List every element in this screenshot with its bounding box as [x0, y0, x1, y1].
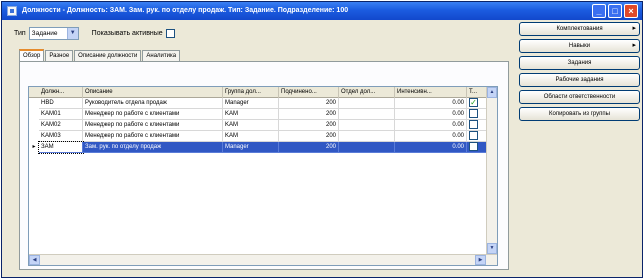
cell-subordinate[interactable]: 200: [279, 98, 339, 109]
responsibility-areas-button[interactable]: Области ответственности: [519, 90, 640, 104]
cell-code[interactable]: HBD: [39, 98, 83, 109]
cell-code[interactable]: KAM03: [39, 131, 83, 142]
minimize-button[interactable]: _: [592, 4, 606, 18]
cell-group[interactable]: KAM: [223, 109, 279, 120]
scroll-left-icon[interactable]: ◀: [29, 255, 40, 265]
show-active-label: Показывать активные: [91, 29, 163, 37]
table-row[interactable]: HBD Руководитель отдела продаж Manager 200 0…: [29, 98, 489, 109]
copy-from-group-button[interactable]: Копировать из группы: [519, 107, 640, 121]
work-tasks-button[interactable]: Рабочие задания: [519, 73, 640, 87]
table-row[interactable]: KAM02 Менеджер по работе с клиентами KAM 20…: [29, 120, 489, 131]
scroll-up-icon[interactable]: ▲: [487, 87, 497, 98]
maximize-button[interactable]: □: [608, 4, 622, 18]
cell-flag[interactable]: [467, 109, 487, 120]
horizontal-scrollbar[interactable]: ◀ ▶: [29, 254, 497, 265]
tab-job-description[interactable]: Описание должности: [74, 50, 142, 61]
cell-subordinate[interactable]: 200: [279, 142, 339, 153]
row-checkbox[interactable]: [469, 142, 478, 151]
close-button[interactable]: ×: [624, 4, 638, 18]
tab-misc[interactable]: Разное: [45, 50, 74, 61]
cell-department[interactable]: [339, 131, 395, 142]
row-checkbox[interactable]: [469, 131, 478, 140]
staffing-button[interactable]: Комплектования ▸: [519, 22, 640, 36]
tab-analytics[interactable]: Аналитика: [142, 50, 181, 61]
tasks-button[interactable]: Задания: [519, 56, 640, 70]
cell-flag[interactable]: [467, 131, 487, 142]
cell-description[interactable]: Руководитель отдела продаж: [83, 98, 223, 109]
cell-description[interactable]: Зам. рук. по отделу продаж: [83, 142, 223, 153]
skills-button[interactable]: Навыки ▸: [519, 39, 640, 53]
table-row[interactable]: KAM03 Менеджер по работе с клиентами KAM 20…: [29, 131, 489, 142]
scroll-down-icon[interactable]: ▼: [487, 243, 497, 254]
col-header-department[interactable]: Отдел дол...: [339, 87, 395, 98]
cell-code[interactable]: KAM01: [39, 109, 83, 120]
cell-group[interactable]: KAM: [223, 131, 279, 142]
cell-description[interactable]: Менеджер по работе с клиентами: [83, 120, 223, 131]
cell-group[interactable]: Manager: [223, 98, 279, 109]
cell-department[interactable]: [339, 120, 395, 131]
app-icon: [7, 6, 17, 16]
cell-department[interactable]: [339, 142, 395, 153]
cell-group[interactable]: Manager: [223, 142, 279, 153]
window-title: Должности - Должность: ЗАМ. Зам. рук. по…: [22, 7, 349, 14]
scroll-right-icon[interactable]: ▶: [475, 255, 486, 265]
col-header-group[interactable]: Группа дол...: [223, 87, 279, 98]
cell-subordinate[interactable]: 200: [279, 120, 339, 131]
cell-intensity[interactable]: 0.00: [395, 131, 467, 142]
table-row[interactable]: ▸ ЗАМ Зам. рук. по отделу продаж Manager 200…: [29, 141, 489, 154]
cell-department[interactable]: [339, 98, 395, 109]
col-header-flag[interactable]: Т...: [467, 87, 487, 98]
main-window: Должности - Должность: ЗАМ. Зам. рук. по…: [1, 1, 643, 278]
chevron-down-icon[interactable]: ▼: [66, 27, 78, 39]
positions-grid[interactable]: Должн... Описание Группа дол... Подчинен…: [28, 86, 498, 266]
tab-overview[interactable]: Обзор: [19, 49, 45, 61]
col-header-code[interactable]: Должн...: [39, 87, 83, 98]
cell-intensity[interactable]: 0.00: [395, 120, 467, 131]
filter-bar: Тип Задание ▼ Показывать активные: [14, 26, 175, 40]
tab-strip: Обзор Разное Описание должности Аналитик…: [19, 49, 181, 61]
col-header-subordinate[interactable]: Подчинено...: [279, 87, 339, 98]
row-checkbox[interactable]: [469, 109, 478, 118]
cell-description[interactable]: Менеджер по работе с клиентами: [83, 109, 223, 120]
type-select[interactable]: Задание ▼: [28, 26, 79, 40]
type-select-value: Задание: [31, 29, 58, 37]
col-header-description[interactable]: Описание: [83, 87, 223, 98]
cell-code[interactable]: ЗАМ: [38, 141, 84, 154]
title-bar[interactable]: Должности - Должность: ЗАМ. Зам. рук. по…: [2, 2, 642, 20]
chevron-right-icon: ▸: [632, 42, 636, 49]
grid-header: Должн... Описание Группа дол... Подчинен…: [29, 87, 497, 98]
cell-flag[interactable]: [467, 120, 487, 131]
chevron-right-icon: ▸: [632, 25, 636, 32]
cell-flag[interactable]: [467, 98, 487, 109]
row-checkbox[interactable]: [469, 98, 478, 107]
show-active-checkbox[interactable]: [165, 28, 175, 38]
cell-subordinate[interactable]: 200: [279, 131, 339, 142]
cell-flag[interactable]: [467, 142, 487, 153]
type-label: Тип: [14, 29, 26, 37]
cell-intensity[interactable]: 0.00: [395, 109, 467, 120]
col-header-intensity[interactable]: Интенсивн...: [395, 87, 467, 98]
staffing-button-label: Комплектования: [556, 26, 603, 32]
row-checkbox[interactable]: [469, 120, 478, 129]
cell-subordinate[interactable]: 200: [279, 109, 339, 120]
cell-intensity[interactable]: 0.00: [395, 98, 467, 109]
cell-description[interactable]: Менеджер по работе с клиентами: [83, 131, 223, 142]
current-row-icon: ▸: [32, 144, 36, 150]
cell-intensity[interactable]: 0.00: [395, 142, 467, 153]
cell-code[interactable]: KAM02: [39, 120, 83, 131]
table-row[interactable]: KAM01 Менеджер по работе с клиентами KAM 20…: [29, 109, 489, 120]
skills-button-label: Навыки: [568, 43, 591, 49]
vertical-scrollbar[interactable]: ▲ ▼: [486, 87, 497, 265]
cell-department[interactable]: [339, 109, 395, 120]
cell-group[interactable]: KAM: [223, 120, 279, 131]
